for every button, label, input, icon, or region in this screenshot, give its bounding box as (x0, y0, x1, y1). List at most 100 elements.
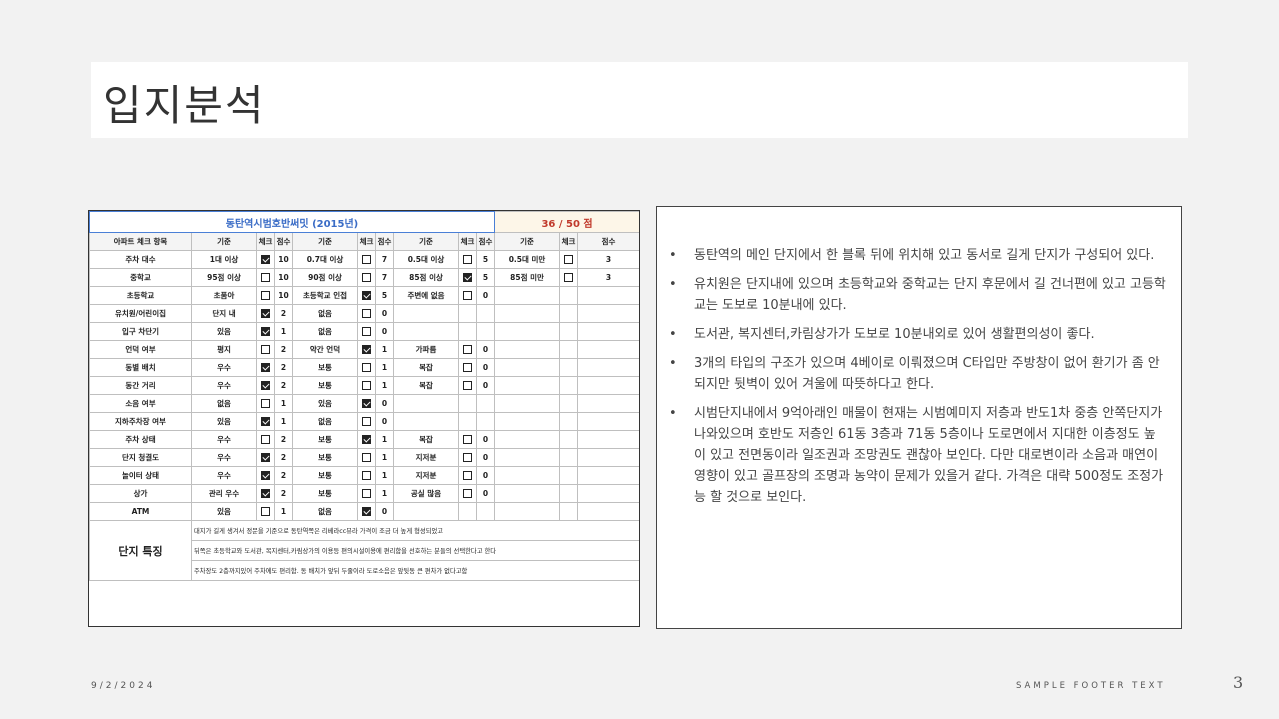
criteria-cell: 있음 (191, 502, 257, 521)
checked-box-icon (261, 417, 270, 427)
score-cell: 10 (274, 250, 293, 269)
empty-cell (475, 304, 496, 323)
criteria-cell: 0.5대 이상 (393, 250, 459, 269)
checkbox-cell (357, 286, 376, 305)
score-cell: 1 (375, 358, 394, 377)
checkbox-cell (256, 394, 275, 413)
unchecked-box-icon (463, 291, 472, 301)
column-header: 점수 (475, 232, 496, 251)
checkbox-cell (256, 268, 275, 287)
score-cell: 0 (475, 340, 496, 359)
checkbox-cell (256, 286, 275, 305)
score-cell: 7 (375, 268, 394, 287)
score-cell: 1 (375, 466, 394, 485)
checkbox-cell (357, 304, 376, 323)
criteria-cell: 우수 (191, 358, 257, 377)
slide-title: 입지분석 (103, 81, 266, 130)
score-cell: 2 (274, 430, 293, 449)
empty-cell (559, 466, 579, 485)
empty-cell (494, 448, 561, 467)
score-cell: 2 (274, 304, 293, 323)
criteria-cell: 복잡 (393, 358, 459, 377)
analysis-bullet-list: 동탄역의 메인 단지에서 한 블록 뒤에 위치해 있고 동서로 길게 단지가 구… (667, 245, 1167, 516)
checkbox-cell (256, 430, 275, 449)
unchecked-box-icon (362, 471, 371, 481)
criteria-cell: 없음 (292, 322, 358, 341)
checked-box-icon (463, 273, 472, 283)
table-row: 중학교 95점 이상 10 90점 이상 7 85점 이상 5 85점 미만 3 (89, 268, 639, 287)
empty-cell (577, 358, 639, 377)
empty-cell (475, 412, 496, 431)
checkbox-cell (256, 466, 275, 485)
column-header: 점수 (375, 232, 394, 251)
unchecked-box-icon (261, 291, 270, 301)
page-number: 3 (1233, 673, 1244, 692)
checked-box-icon (362, 345, 371, 355)
footer-date: 9/2/2024 (91, 681, 156, 691)
score-cell: 2 (274, 358, 293, 377)
feature-text: 뒤쪽은 초등학교와 도서관, 복지센터,카림상가의 이용등 편의시설이용에 편리… (190, 540, 639, 561)
checkbox-cell (357, 466, 376, 485)
empty-cell (577, 502, 639, 521)
empty-cell (494, 358, 561, 377)
empty-cell (577, 394, 639, 413)
unchecked-box-icon (463, 363, 472, 373)
criteria-cell: 평지 (191, 340, 257, 359)
checkbox-cell (458, 286, 477, 305)
unchecked-box-icon (463, 255, 472, 265)
score-cell: 2 (274, 376, 293, 395)
checkbox-cell (458, 268, 477, 287)
unchecked-box-icon (362, 363, 371, 373)
score-cell: 2 (274, 466, 293, 485)
checkbox-cell (357, 376, 376, 395)
unchecked-box-icon (362, 327, 371, 337)
empty-cell (494, 484, 561, 503)
criteria-cell: 90점 이상 (292, 268, 358, 287)
checkbox-cell (256, 322, 275, 341)
criteria-cell: 보통 (292, 448, 358, 467)
table-row: 동별 배치 우수 2 보통 1 복잡 0 (89, 358, 639, 377)
score-cell: 0 (375, 394, 394, 413)
analysis-bullet: 3개의 타입의 구조가 있으며 4베이로 이뤄졌으며 C타입만 주방창이 없어 … (667, 353, 1167, 395)
checkbox-cell (357, 394, 376, 413)
empty-cell (577, 466, 639, 485)
check-item: 초등학교 (89, 286, 192, 305)
unchecked-box-icon (362, 453, 371, 463)
checkbox-cell (357, 502, 376, 521)
check-item: 지하주차장 여부 (89, 412, 192, 431)
checkbox-cell (458, 250, 477, 269)
check-item: 주차 상태 (89, 430, 192, 449)
empty-cell (559, 358, 579, 377)
empty-cell (494, 502, 561, 521)
analysis-bullet: 유치원은 단지내에 있으며 초등학교와 중학교는 단지 후문에서 길 건너편에 … (667, 274, 1167, 316)
checkbox-cell (458, 340, 477, 359)
checked-box-icon (261, 471, 270, 481)
empty-cell (393, 322, 459, 341)
empty-cell (559, 394, 579, 413)
score-cell: 1 (375, 448, 394, 467)
footer-text: SAMPLE FOOTER TEXT (1016, 681, 1166, 691)
score-cell: 0 (475, 286, 496, 305)
checked-box-icon (261, 363, 270, 373)
checkbox-cell (458, 430, 477, 449)
checkbox-cell (357, 358, 376, 377)
criteria-cell: 85점 미만 (494, 268, 561, 287)
criteria-cell: 보통 (292, 430, 358, 449)
column-header: 점수 (577, 232, 639, 251)
analysis-bullet: 도서관, 복지센터,카림상가가 도보로 10분내외로 있어 생활편의성이 좋다. (667, 324, 1167, 345)
table-row: 상가 관리 우수 2 보통 1 공실 많음 0 (89, 484, 639, 503)
checkbox-cell (256, 304, 275, 323)
table-row: 입구 차단기 있음 1 없음 0 (89, 322, 639, 341)
features-label: 단지 특징 (89, 520, 192, 581)
table-row: 동간 거리 우수 2 보통 1 복잡 0 (89, 376, 639, 395)
total-score: 36 / 50 점 (494, 211, 639, 233)
empty-cell (494, 286, 561, 305)
column-header: 체크 (357, 232, 376, 251)
unchecked-box-icon (362, 417, 371, 427)
check-item: 소음 여부 (89, 394, 192, 413)
checkbox-cell (256, 340, 275, 359)
checkbox-cell (458, 466, 477, 485)
criteria-cell: 단지 내 (191, 304, 257, 323)
check-item: 유치원/어린이집 (89, 304, 192, 323)
unchecked-box-icon (261, 345, 270, 355)
